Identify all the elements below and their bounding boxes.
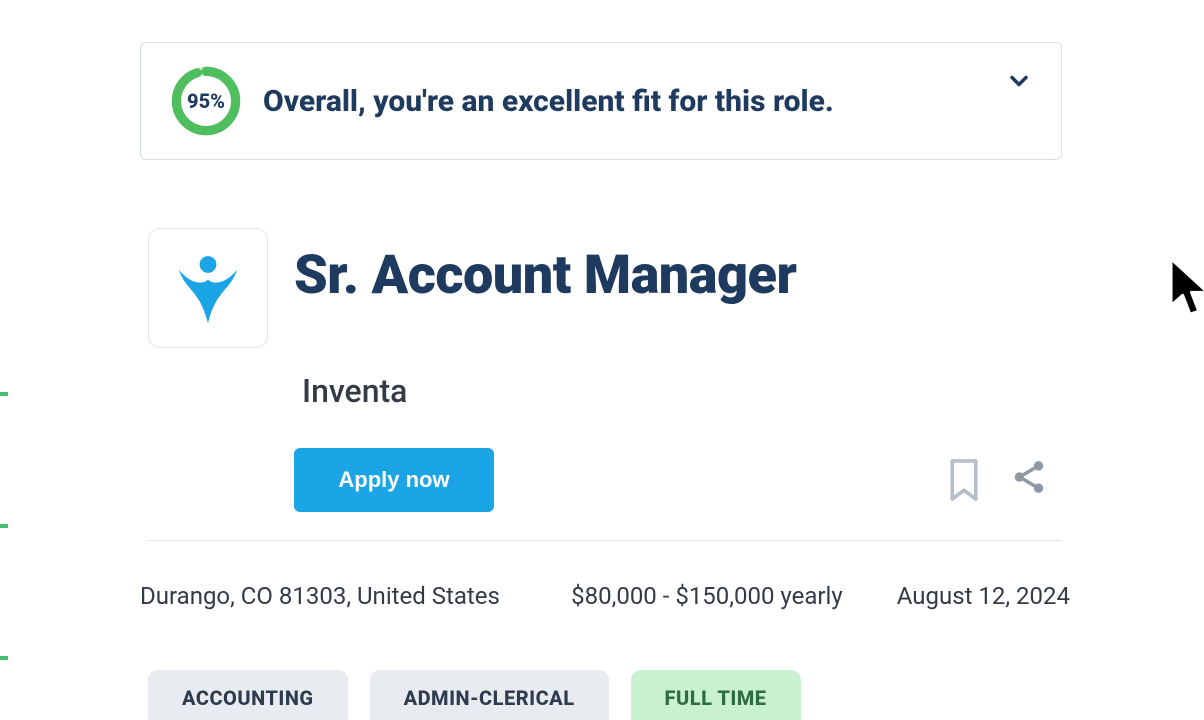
job-title: Sr. Account Manager <box>294 244 796 307</box>
fit-message: Overall, you're an excellent fit for thi… <box>263 84 834 119</box>
fit-score-value: 95% <box>169 64 243 138</box>
share-icon[interactable] <box>1010 458 1048 496</box>
job-date: August 12, 2024 <box>897 582 1070 610</box>
section-divider <box>148 540 1062 541</box>
job-meta-row: Durango, CO 81303, United States $80,000… <box>140 582 1070 610</box>
mouse-cursor-icon <box>1168 256 1204 320</box>
decorative-tick <box>0 656 8 660</box>
tag-accounting[interactable]: ACCOUNTING <box>148 670 348 720</box>
bookmark-icon[interactable] <box>946 458 982 502</box>
apply-button[interactable]: Apply now <box>294 448 494 512</box>
fit-banner[interactable]: 95% Overall, you're an excellent fit for… <box>140 42 1062 160</box>
company-logo <box>148 228 268 348</box>
job-location: Durango, CO 81303, United States <box>140 582 500 610</box>
decorative-tick <box>0 524 8 528</box>
tag-full-time[interactable]: FULL TIME <box>631 670 801 720</box>
tag-row: ACCOUNTING ADMIN-CLERICAL FULL TIME <box>148 670 801 720</box>
tag-admin-clerical[interactable]: ADMIN-CLERICAL <box>370 670 609 720</box>
job-salary: $80,000 - $150,000 yearly <box>571 582 843 610</box>
company-name: Inventa <box>302 372 407 410</box>
decorative-tick <box>0 392 8 396</box>
chevron-down-icon[interactable] <box>1005 67 1033 95</box>
fit-score-ring: 95% <box>169 64 243 138</box>
